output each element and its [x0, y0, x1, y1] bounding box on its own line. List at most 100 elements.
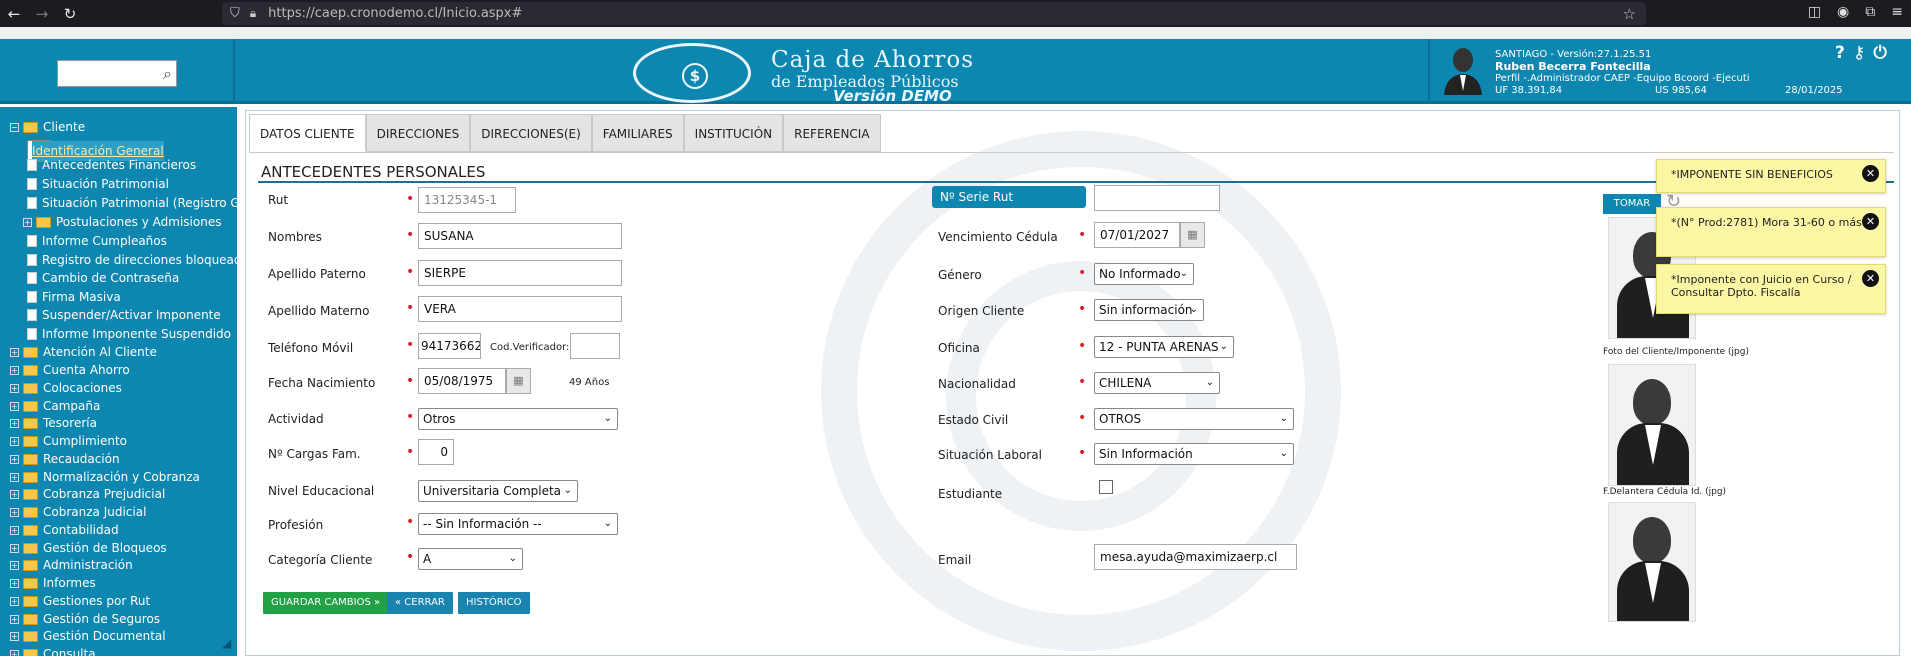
tab-referencia[interactable]: REFERENCIA: [783, 114, 881, 152]
tab-direcciones[interactable]: DIRECCIONES: [365, 114, 471, 152]
expand-icon[interactable]: +: [10, 649, 19, 656]
expand-icon[interactable]: +: [10, 596, 19, 606]
sidebar-item-direcciones-bloqueadas[interactable]: Registro de direcciones bloqueadas: [27, 253, 237, 267]
sidebar-item-administracion[interactable]: + Administración: [10, 558, 133, 572]
tab-institucion[interactable]: INSTITUCIÓN: [683, 114, 784, 152]
id-front-photo[interactable]: [1608, 364, 1696, 486]
sidebar-item-campana[interactable]: + Campaña: [10, 399, 100, 413]
nivel-educacional-select[interactable]: Universitaria Completa ⌄: [418, 480, 578, 502]
tab-familiares[interactable]: FAMILIARES: [591, 114, 684, 152]
sidebar-item-cambio-contrasena[interactable]: Cambio de Contraseña: [27, 271, 179, 285]
close-icon[interactable]: ✕: [1862, 165, 1879, 182]
serie-rut-field[interactable]: [1094, 185, 1220, 211]
power-icon[interactable]: ⏻: [1873, 43, 1886, 63]
shield-icon[interactable]: ⛉: [230, 6, 240, 21]
expand-icon[interactable]: +: [10, 383, 19, 393]
sidebar-item-antecedentes[interactable]: Antecedentes Financieros: [27, 158, 196, 172]
sidebar-item-normalizacion[interactable]: + Normalización y Cobranza: [10, 470, 200, 484]
history-button[interactable]: HISTÓRICO: [458, 592, 530, 614]
calendar-icon[interactable]: ▦: [1180, 222, 1205, 248]
sidebar-item-colocaciones[interactable]: + Colocaciones: [10, 381, 122, 395]
sidebar-item-documental[interactable]: + Gestión Documental: [10, 629, 166, 643]
sidebar-item-cuenta-ahorro[interactable]: + Cuenta Ahorro: [10, 363, 130, 377]
address-bar[interactable]: ⛉ 🔒︎ https://caep.cronodemo.cl/Inicio.as…: [222, 2, 1646, 25]
sidebar-item-contabilidad[interactable]: + Contabilidad: [10, 523, 119, 537]
id-back-photo[interactable]: [1608, 502, 1696, 622]
expand-icon[interactable]: +: [10, 525, 19, 535]
sidebar-item-cliente[interactable]: − Cliente: [10, 120, 85, 134]
sidebar-item-bloqueos[interactable]: + Gestión de Bloqueos: [10, 541, 167, 555]
oficina-select[interactable]: 12 - PUNTA ARENAS ⌄: [1094, 336, 1234, 358]
estudiante-checkbox[interactable]: [1099, 480, 1113, 494]
expand-icon[interactable]: +: [10, 614, 19, 624]
expand-icon[interactable]: +: [10, 436, 19, 446]
forward-arrow-icon[interactable]: →: [28, 5, 56, 23]
expand-icon[interactable]: +: [10, 418, 19, 428]
help-icon[interactable]: ?: [1835, 43, 1845, 63]
profesion-select[interactable]: -- Sin Información -- ⌄: [418, 513, 618, 535]
nacionalidad-select[interactable]: CHILENA ⌄: [1094, 372, 1220, 394]
expand-icon[interactable]: +: [10, 347, 19, 357]
categoria-select[interactable]: A ⌄: [418, 548, 523, 570]
actividad-select[interactable]: Otros ⌄: [418, 408, 618, 430]
sidebar-item-situacion-patrimonial[interactable]: Situación Patrimonial: [27, 177, 169, 191]
close-button[interactable]: « CERRAR: [387, 592, 453, 614]
cargas-field[interactable]: 0: [418, 439, 454, 465]
expand-icon[interactable]: +: [10, 631, 19, 641]
email-field[interactable]: mesa.ayuda@maximizaerp.cl: [1094, 544, 1297, 570]
close-icon[interactable]: ✕: [1862, 270, 1879, 287]
expand-icon[interactable]: +: [10, 472, 19, 482]
bookmark-star-icon[interactable]: ☆: [1623, 5, 1636, 23]
sidebar-item-judicial[interactable]: + Cobranza Judicial: [10, 505, 146, 519]
sidebar-item-gestiones-rut[interactable]: + Gestiones por Rut: [10, 594, 150, 608]
sidebar-item-cumplimiento[interactable]: + Cumplimiento: [10, 434, 127, 448]
apellido-paterno-field[interactable]: SIERPE: [418, 260, 622, 286]
sidebar-item-cumpleanos[interactable]: Informe Cumpleaños: [27, 234, 167, 248]
calendar-icon[interactable]: ▦: [506, 368, 531, 394]
estado-civil-select[interactable]: OTROS ⌄: [1094, 408, 1294, 430]
close-icon[interactable]: ✕: [1862, 213, 1879, 230]
sidebar-item-informe-suspendido[interactable]: Informe Imponente Suspendido: [27, 327, 231, 341]
back-arrow-icon[interactable]: ←: [0, 5, 28, 23]
sidebar-item-recaudacion[interactable]: + Recaudación: [10, 452, 120, 466]
sidebar-item-situacion-registro[interactable]: Situación Patrimonial (Registro Gara: [27, 196, 237, 210]
expand-icon[interactable]: +: [10, 454, 19, 464]
url-text[interactable]: https://caep.cronodemo.cl/Inicio.aspx#: [268, 6, 522, 21]
sidebar-item-informes[interactable]: + Informes: [10, 576, 96, 590]
cod-verificador-field[interactable]: [570, 333, 620, 359]
sidebar-item-suspender[interactable]: Suspender/Activar Imponente: [27, 308, 221, 322]
take-photo-button[interactable]: TOMAR FOTO: [1603, 194, 1661, 229]
resize-grip-icon[interactable]: ◢: [222, 636, 231, 650]
expand-icon[interactable]: +: [23, 217, 32, 227]
sidebar-item-consulta[interactable]: + Consulta: [10, 647, 96, 656]
rut-field[interactable]: 13125345-1: [418, 187, 516, 213]
expand-icon[interactable]: +: [10, 489, 19, 499]
expand-icon[interactable]: +: [10, 560, 19, 570]
collapse-icon[interactable]: −: [10, 122, 19, 132]
key-icon[interactable]: ⚷: [1853, 43, 1865, 63]
genero-select[interactable]: No Informado ⌄: [1094, 263, 1194, 285]
sidebar-item-atencion[interactable]: + Atención Al Cliente: [10, 345, 157, 359]
vencimiento-field[interactable]: 07/01/2027: [1094, 222, 1180, 248]
sidebar-item-seguros[interactable]: + Gestión de Seguros: [10, 612, 160, 626]
tab-direcciones-e[interactable]: DIRECCIONES(E): [470, 114, 592, 152]
menu-icon[interactable]: ≡: [1891, 4, 1903, 20]
search-icon[interactable]: ⌕: [163, 64, 172, 84]
pocket-icon[interactable]: ◫: [1808, 4, 1821, 20]
sidebar-item-prejudicial[interactable]: + Cobranza Prejudicial: [10, 487, 165, 501]
nombres-field[interactable]: SUSANA: [418, 223, 622, 249]
apellido-materno-field[interactable]: VERA: [418, 296, 622, 322]
sidebar-item-postulaciones[interactable]: + Postulaciones y Admisiones: [23, 215, 221, 229]
search-input[interactable]: ⌕: [57, 60, 177, 87]
expand-icon[interactable]: +: [10, 578, 19, 588]
account-icon[interactable]: ◉: [1837, 4, 1849, 20]
situacion-laboral-select[interactable]: Sin Información ⌄: [1094, 443, 1294, 465]
expand-icon[interactable]: +: [10, 543, 19, 553]
sidebar-item-tesoreria[interactable]: + Tesorería: [10, 416, 97, 430]
expand-icon[interactable]: +: [10, 507, 19, 517]
expand-icon[interactable]: +: [10, 401, 19, 411]
reload-icon[interactable]: ↻: [56, 5, 84, 23]
extensions-icon[interactable]: ⧉: [1865, 4, 1875, 20]
expand-icon[interactable]: +: [10, 365, 19, 375]
lock-icon[interactable]: 🔒︎: [250, 6, 256, 21]
